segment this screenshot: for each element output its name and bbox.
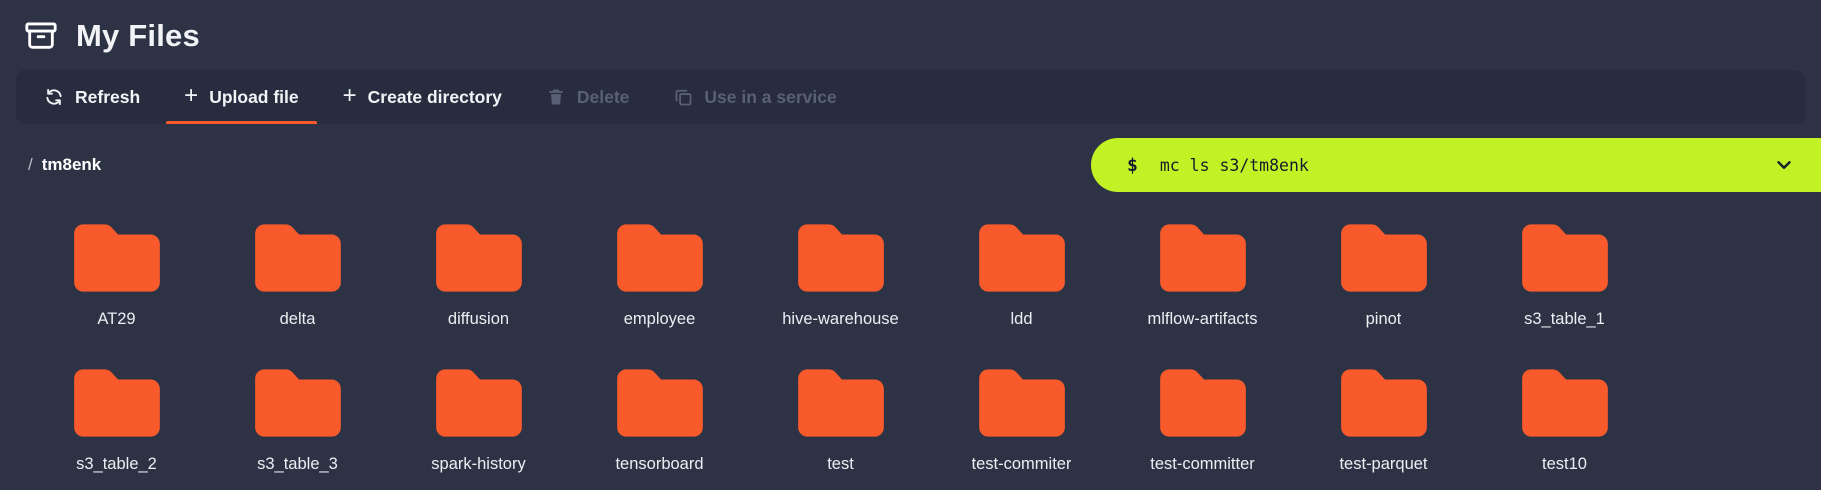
folder-item[interactable]: test-commiter [931,363,1112,474]
folder-icon [609,218,711,298]
folder-grid: AT29 delta diffusion employee [26,218,1821,474]
cli-command-pill[interactable]: $ mc ls s3/tm8enk [1091,138,1821,192]
upload-file-label: Upload file [209,87,298,108]
folder-item[interactable]: delta [207,218,388,329]
archive-box-icon [24,19,58,53]
folder-icon [971,363,1073,443]
breadcrumb: / tm8enk [28,155,101,175]
folder-item[interactable]: hive-warehouse [750,218,931,329]
folder-name: test-committer [1150,455,1255,474]
folder-item[interactable]: ldd [931,218,1112,329]
create-directory-button[interactable]: + Create directory [321,70,524,124]
folder-icon [1514,363,1616,443]
folder-item[interactable]: test [750,363,931,474]
breadcrumb-root[interactable]: / [28,155,33,175]
folder-icon [971,218,1073,298]
folder-name: mlflow-artifacts [1147,310,1257,329]
folder-item[interactable]: test-committer [1112,363,1293,474]
upload-file-button[interactable]: + Upload file [162,70,320,124]
plus-icon: + [184,84,198,108]
path-row: / tm8enk $ mc ls s3/tm8enk [28,138,1821,192]
folder-icon [66,363,168,443]
folder-icon [428,363,530,443]
folder-item[interactable]: pinot [1293,218,1474,329]
page-title: My Files [76,18,200,54]
folder-name: delta [280,310,316,329]
folder-item[interactable]: s3_table_3 [207,363,388,474]
folder-name: spark-history [431,455,525,474]
folder-icon [1152,363,1254,443]
folder-name: hive-warehouse [782,310,898,329]
folder-name: test-parquet [1339,455,1427,474]
refresh-label: Refresh [75,87,140,108]
folder-icon [1152,218,1254,298]
folder-icon [609,363,711,443]
folder-name: pinot [1366,310,1402,329]
file-toolbar: Refresh + Upload file + Create directory… [16,70,1805,124]
cli-prompt-symbol: $ [1127,155,1138,176]
refresh-button[interactable]: Refresh [22,70,162,124]
folder-item[interactable]: s3_table_1 [1474,218,1655,329]
folder-icon [790,363,892,443]
folder-icon [1514,218,1616,298]
use-in-service-button[interactable]: Use in a service [651,70,858,124]
folder-item[interactable]: mlflow-artifacts [1112,218,1293,329]
folder-icon [428,218,530,298]
use-in-service-label: Use in a service [704,87,836,108]
copy-squares-icon [673,87,693,107]
folder-item[interactable]: s3_table_2 [26,363,207,474]
folder-item[interactable]: test10 [1474,363,1655,474]
folder-name: employee [624,310,696,329]
trash-icon [546,87,566,107]
folder-icon [1333,218,1435,298]
folder-name: diffusion [448,310,509,329]
cli-command-text: mc ls s3/tm8enk [1160,156,1751,175]
folder-item[interactable]: AT29 [26,218,207,329]
page-header: My Files [0,0,1821,66]
folder-icon [1333,363,1435,443]
plus-icon: + [343,84,357,108]
folder-icon [66,218,168,298]
delete-button[interactable]: Delete [524,70,652,124]
folder-item[interactable]: employee [569,218,750,329]
active-tab-underline [166,121,316,124]
folder-name: s3_table_2 [76,455,157,474]
folder-name: s3_table_3 [257,455,338,474]
folder-name: test10 [1542,455,1587,474]
folder-icon [790,218,892,298]
folder-name: test-commiter [972,455,1072,474]
folder-name: ldd [1010,310,1032,329]
folder-name: s3_table_1 [1524,310,1605,329]
folder-name: tensorboard [615,455,703,474]
folder-item[interactable]: spark-history [388,363,569,474]
delete-label: Delete [577,87,630,108]
folder-name: AT29 [97,310,135,329]
folder-icon [247,218,349,298]
folder-item[interactable]: tensorboard [569,363,750,474]
refresh-icon [44,87,64,107]
folder-name: test [827,455,854,474]
breadcrumb-current-dir[interactable]: tm8enk [42,155,102,175]
folder-item[interactable]: diffusion [388,218,569,329]
folder-icon [247,363,349,443]
create-directory-label: Create directory [368,87,502,108]
folder-item[interactable]: test-parquet [1293,363,1474,474]
chevron-down-icon[interactable] [1773,154,1795,176]
